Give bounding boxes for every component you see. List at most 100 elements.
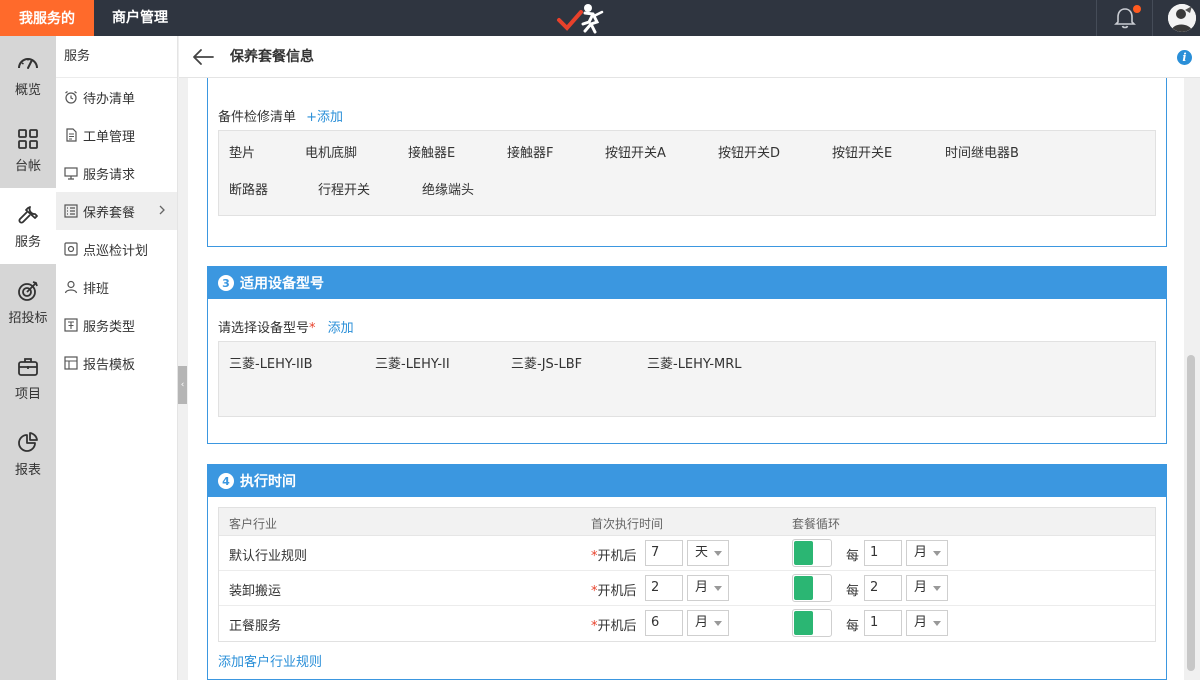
nav-item-bidding[interactable]: 招投标 (0, 264, 56, 340)
cycle-toggle[interactable] (792, 609, 832, 637)
nav-label: 报表 (14, 462, 41, 478)
add-model-link[interactable]: 添加 (328, 321, 354, 336)
nav-label: 服务 (14, 234, 41, 250)
monitor-icon (64, 167, 78, 180)
nav-item-ledger[interactable]: 台帐 (0, 112, 56, 188)
subnav-item-service-type[interactable]: 服务类型 (56, 306, 177, 344)
logo-icon (557, 4, 604, 34)
spare-part-item: 电机底脚 (305, 146, 358, 161)
back-arrow-icon[interactable] (191, 46, 215, 68)
model-item: 三菱-LEHY-MRL (647, 357, 742, 372)
add-industry-rule-link[interactable]: 添加客户行业规则 (218, 651, 322, 670)
required-mark: * (309, 321, 316, 336)
grid-icon (18, 128, 38, 149)
subnav-item-report-template[interactable]: 报告模板 (56, 344, 177, 382)
step-number-badge: 4 (218, 473, 234, 489)
cycle-unit-select[interactable]: 月 (906, 610, 948, 636)
caret-down-icon (933, 551, 941, 556)
section-title: 适用设备型号 (240, 276, 324, 292)
subnav-item-todo[interactable]: 待办清单 (56, 78, 177, 116)
alarm-clock-icon (65, 91, 77, 104)
notification-badge (1133, 5, 1141, 13)
nav-label: 台帐 (14, 158, 41, 174)
column-header-cycle: 套餐循环 (792, 517, 841, 531)
industry-name: 正餐服务 (229, 619, 282, 634)
first-time-label: *开机后 (591, 615, 637, 634)
table-row: 默认行业规则 *开机后 7 天 每 1 月 (219, 536, 1155, 571)
column-header-first-time: 首次执行时间 (591, 517, 664, 531)
subnav-item-workorder[interactable]: 工单管理 (56, 116, 177, 154)
add-spare-part-link[interactable]: +添加 (306, 110, 343, 125)
first-time-unit-select[interactable]: 月 (687, 575, 729, 601)
type-icon (64, 318, 78, 332)
first-time-unit-select[interactable]: 天 (687, 540, 729, 566)
spare-part-item: 绝缘端头 (422, 183, 475, 198)
first-time-value-input[interactable]: 6 (645, 610, 683, 636)
spare-parts-panel: 备件检修清单 +添加 垫片 电机底脚 接触器E 接触器F 按钮开关A 按钮开关D… (207, 78, 1167, 247)
every-label: 每 (846, 549, 860, 564)
model-item: 三菱-JS-LBF (511, 357, 583, 372)
subnav-label: 服务类型 (83, 319, 136, 335)
caret-down-icon (714, 551, 722, 556)
divider (1152, 0, 1153, 36)
subnav-item-service-request[interactable]: 服务请求 (56, 154, 177, 192)
cycle-value-input[interactable]: 2 (864, 575, 902, 601)
first-time-label-text: 开机后 (597, 619, 637, 634)
spare-part-item: 垫片 (229, 146, 256, 161)
select-value: 月 (695, 615, 709, 630)
cycle-unit-select[interactable]: 月 (906, 540, 948, 566)
toggle-knob (794, 611, 813, 635)
spare-part-item: 断路器 (229, 183, 269, 198)
subnav-item-schedule[interactable]: 排班 (56, 268, 177, 306)
document-icon (66, 128, 77, 142)
sub-nav: 服务 待办清单 工单管理 服务请求 保养套餐 点巡检计划 排班 服务类型 报告模… (56, 36, 178, 680)
cycle-value-input[interactable]: 1 (864, 610, 902, 636)
spare-parts-label: 备件检修清单 +添加 (218, 106, 343, 125)
toggle-knob (794, 541, 813, 565)
subnav-title: 服务 (56, 36, 177, 78)
select-value: 月 (914, 615, 928, 630)
step-number-badge: 3 (218, 275, 234, 291)
nav-item-report[interactable]: 报表 (0, 416, 56, 492)
subnav-label: 保养套餐 (83, 205, 136, 221)
spare-part-item: 接触器F (507, 146, 554, 161)
model-item: 三菱-LEHY-II (375, 357, 450, 372)
cycle-unit-select[interactable]: 月 (906, 575, 948, 601)
spare-part-item: 行程开关 (318, 183, 371, 198)
subnav-item-inspection-plan[interactable]: 点巡检计划 (56, 230, 177, 268)
merchant-management-link[interactable]: 商户管理 (112, 0, 168, 36)
chevron-right-icon (159, 205, 165, 215)
inspect-icon (64, 242, 78, 256)
nav-label: 项目 (14, 386, 41, 402)
industry-name: 装卸搬运 (229, 584, 282, 599)
left-nav: 概览 台帐 服务 招投标 项目 报表 (0, 36, 56, 680)
cycle-toggle[interactable] (792, 574, 832, 602)
scrollbar-thumb[interactable] (1187, 355, 1195, 671)
nav-item-overview[interactable]: 概览 (0, 36, 56, 112)
spare-part-item: 按钮开关A (605, 146, 666, 161)
cycle-value-input[interactable]: 1 (864, 540, 902, 566)
first-time-value-input[interactable]: 7 (645, 540, 683, 566)
pie-chart-icon (18, 431, 38, 452)
spare-parts-box: 垫片 电机底脚 接触器E 接触器F 按钮开关A 按钮开关D 按钮开关E 时间继电… (218, 130, 1156, 216)
execution-time-panel: 4 执行时间 客户行业 首次执行时间 套餐循环 默认行业规则 *开机后 7 天 … (207, 464, 1167, 680)
collapse-sidebar-handle[interactable]: ‹ (178, 366, 187, 404)
top-bar: 我服务的 商户管理 (0, 0, 1200, 36)
table-header: 客户行业 首次执行时间 套餐循环 (219, 508, 1155, 536)
first-time-value-input[interactable]: 2 (645, 575, 683, 601)
cycle-toggle[interactable] (792, 539, 832, 567)
select-value: 月 (914, 545, 928, 560)
target-icon (18, 280, 38, 301)
info-icon[interactable]: i (1177, 50, 1192, 65)
models-box: 三菱-LEHY-IIB 三菱-LEHY-II 三菱-JS-LBF 三菱-LEHY… (218, 341, 1156, 417)
nav-item-service[interactable]: 服务 (0, 188, 56, 264)
subnav-label: 工单管理 (83, 129, 136, 145)
brand-tab[interactable]: 我服务的 (0, 0, 94, 36)
subnav-item-maintenance-package[interactable]: 保养套餐 (56, 192, 177, 230)
section-header: 4 执行时间 (208, 465, 1166, 497)
first-time-label-text: 开机后 (597, 584, 637, 599)
nav-item-project[interactable]: 项目 (0, 340, 56, 416)
avatar[interactable] (1168, 4, 1196, 32)
first-time-unit-select[interactable]: 月 (687, 610, 729, 636)
subnav-label: 排班 (83, 281, 110, 297)
